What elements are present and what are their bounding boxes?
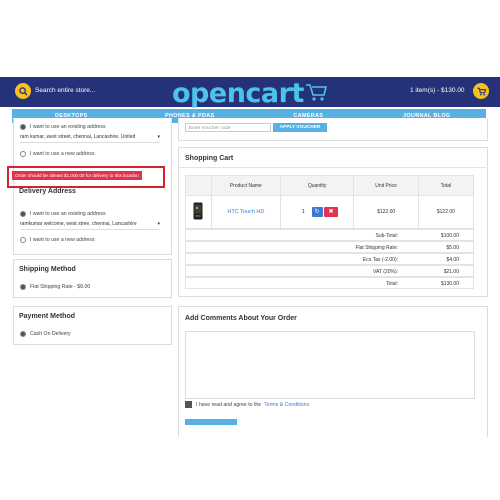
delivery-existing-address-option[interactable]: I want to use an existing address xyxy=(20,211,106,217)
column-header: Quantity xyxy=(279,175,355,196)
site-header: Search entire store... opencart 1 item(s… xyxy=(0,77,500,109)
site-logo[interactable]: opencart xyxy=(172,78,304,109)
payment-cod-label: Cash On Delivery xyxy=(30,331,71,337)
comments-title: Add Comments About Your Order xyxy=(185,315,297,322)
payment-method-panel xyxy=(13,306,172,345)
cart-icon xyxy=(476,87,486,95)
payment-cod-option[interactable]: Cash On Delivery xyxy=(20,331,71,337)
product-name-link[interactable]: HTC Touch HD xyxy=(210,195,281,229)
cart-button[interactable] xyxy=(473,83,489,99)
cart-table: Product Name Quantity Unit Price Total H… xyxy=(185,175,475,229)
shopping-cart-title: Shopping Cart xyxy=(185,155,234,162)
delivery-existing-address-label: I want to use an existing address xyxy=(30,211,106,217)
shipping-method-panel xyxy=(13,259,172,298)
update-button[interactable]: ↻ xyxy=(311,207,323,217)
table-row: HTC Touch HD 1 ↻ ✖ $122.00 $122.00 xyxy=(185,195,475,229)
totals-row: Flat Shipping Rate: $5.00 xyxy=(185,241,474,253)
logo-cart-icon xyxy=(306,84,327,101)
comments-textarea[interactable] xyxy=(185,331,475,399)
payment-new-address-option[interactable]: I want to use a new address xyxy=(20,151,95,157)
delivery-new-address-option[interactable]: I want to use a new address xyxy=(20,237,95,243)
payment-existing-address-label: I want to use an existing address xyxy=(30,124,106,130)
chevron-down-icon: ▾ xyxy=(157,221,160,227)
totals-label: VAT (20%): xyxy=(372,269,398,275)
divider xyxy=(178,167,486,168)
phone-image-icon xyxy=(193,202,203,220)
chevron-down-icon: ▾ xyxy=(157,134,160,140)
radio-selected-icon xyxy=(20,124,26,130)
payment-existing-address-option[interactable]: I want to use an existing address xyxy=(20,124,106,130)
quantity-cell: 1 ↻ ✖ xyxy=(279,195,355,229)
shipping-flat-rate-label: Flat Shipping Rate - $8.00 xyxy=(30,284,91,290)
totals-value: $100.00 xyxy=(440,233,459,239)
payment-new-address-label: I want to use a new address xyxy=(30,151,95,157)
radio-unselected-icon xyxy=(20,237,26,243)
product-thumbnail[interactable] xyxy=(185,195,212,229)
delivery-warning-highlight: Order should be atleast $1,000.00 for de… xyxy=(7,166,165,188)
search-icon xyxy=(18,86,28,96)
totals-row: Eco Tax (-2.00): $4.00 xyxy=(185,253,474,265)
terms-agreement: I have read and agree to the Terms & Con… xyxy=(185,401,309,408)
radio-selected-icon xyxy=(20,331,26,337)
totals-label: Eco Tax (-2.00): xyxy=(362,257,398,263)
totals-label: Sub-Total: xyxy=(375,233,398,239)
totals-row: Total: $130.00 xyxy=(185,277,474,289)
radio-selected-icon xyxy=(20,284,26,290)
totals-value: $130.00 xyxy=(440,281,459,287)
totals-value: $5.00 xyxy=(446,245,459,251)
totals-label: Total: xyxy=(386,281,398,287)
shipping-flat-rate-option[interactable]: Flat Shipping Rate - $8.00 xyxy=(20,284,90,290)
delivery-address-title: Delivery Address xyxy=(19,188,76,195)
totals-label: Flat Shipping Rate: xyxy=(355,245,398,251)
terms-checkbox[interactable] xyxy=(185,401,192,408)
payment-address-select[interactable]: ram kumar, west street, chennai, Lancash… xyxy=(20,134,160,143)
totals-value: $21.00 xyxy=(443,269,459,275)
totals-row: Sub-Total: $100.00 xyxy=(185,229,474,241)
column-header: Total xyxy=(417,175,475,196)
confirm-order-button[interactable] xyxy=(185,419,237,425)
totals-value: $4.00 xyxy=(446,257,459,263)
apply-voucher-button[interactable]: APPLY VOUCHER xyxy=(273,123,327,132)
payment-address-value: ram kumar, west street, chennai, Lancash… xyxy=(20,134,136,140)
refresh-icon: ↻ xyxy=(314,209,320,215)
remove-button[interactable]: ✖ xyxy=(324,207,339,217)
delivery-address-select[interactable]: ramkumar welcome, west stree, chennai, L… xyxy=(20,221,160,230)
terms-link[interactable]: Terms & Conditions xyxy=(264,402,309,408)
column-header: Unit Price xyxy=(353,175,419,196)
search-button[interactable] xyxy=(15,83,31,99)
delivery-address-value: ramkumar welcome, west stree, chennai, L… xyxy=(20,221,137,227)
voucher-code-input[interactable]: Enter voucher code xyxy=(185,123,271,132)
close-circle-icon: ✖ xyxy=(328,209,334,215)
cart-summary[interactable]: 1 item(s) - $130.00 xyxy=(410,87,465,94)
radio-selected-icon xyxy=(20,211,26,217)
column-header: Product Name xyxy=(210,175,281,196)
payment-method-title: Payment Method xyxy=(19,313,76,320)
delivery-warning-alert: Order should be atleast $1,000.00 for de… xyxy=(12,171,142,180)
radio-unselected-icon xyxy=(20,151,26,157)
total-cell: $122.00 xyxy=(417,195,475,229)
shipping-method-title: Shipping Method xyxy=(19,266,76,273)
terms-text: I have read and agree to the xyxy=(196,401,262,408)
image-column-header xyxy=(185,175,212,196)
delivery-new-address-label: I want to use a new address xyxy=(30,237,95,243)
totals-row: VAT (20%): $21.00 xyxy=(185,265,474,277)
quantity-input[interactable]: 1 xyxy=(296,209,310,215)
search-input[interactable]: Search entire store... xyxy=(35,87,95,94)
unit-price-cell: $122.00 xyxy=(353,195,419,229)
